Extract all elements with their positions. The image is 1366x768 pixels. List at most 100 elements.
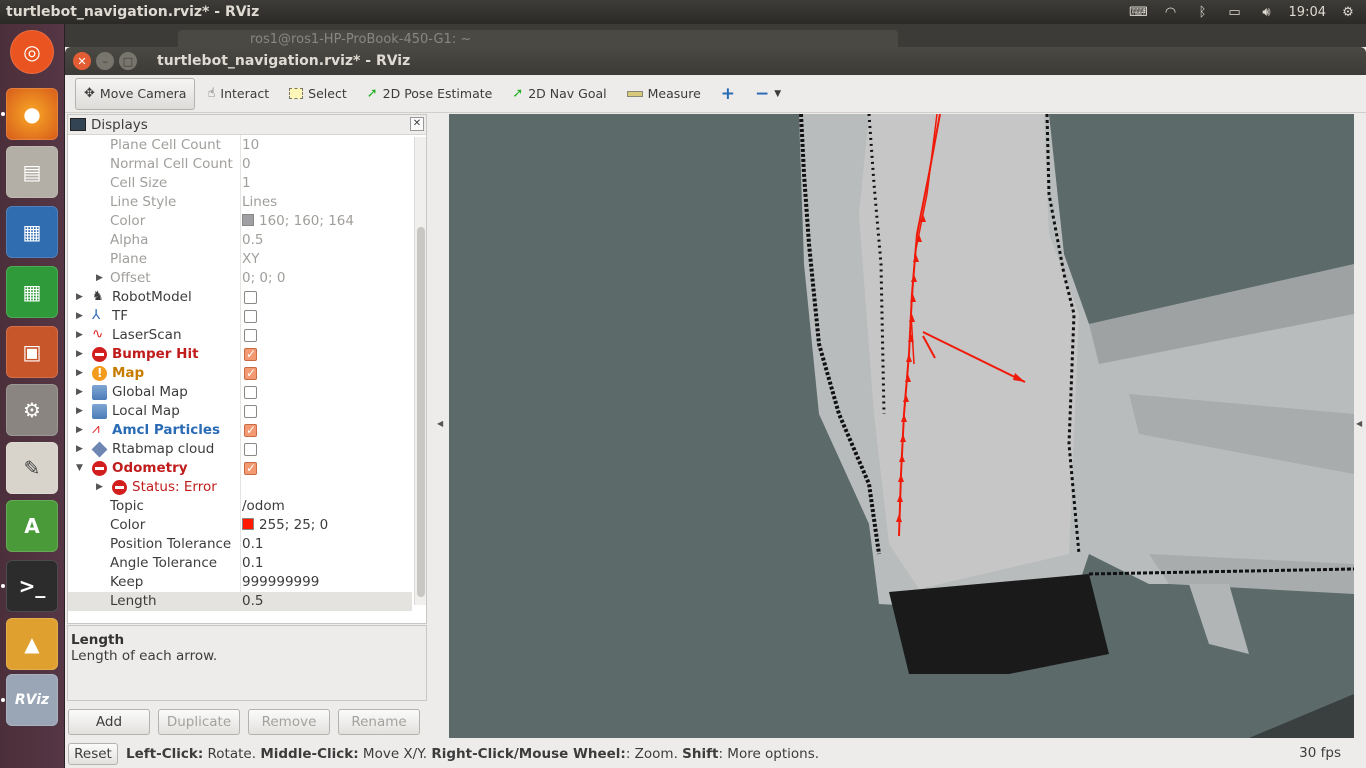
2d-nav-goal-button[interactable]: ➚ 2D Nav Goal [504, 78, 614, 110]
display-item[interactable]: ▶ Local Map [68, 402, 412, 421]
volume-icon[interactable]: 🔊︎ [1257, 5, 1277, 20]
enable-checkbox[interactable] [244, 364, 257, 383]
row-value[interactable]: 255; 25; 0 [242, 516, 328, 535]
enable-checkbox[interactable] [244, 310, 257, 323]
row-value[interactable]: 1 [242, 174, 251, 193]
expand-right-icon[interactable]: ▶ [76, 421, 83, 440]
collapse-left-icon[interactable]: ◀ [437, 419, 443, 428]
terminal-icon[interactable]: >_ [6, 560, 58, 612]
settings-gear-icon[interactable]: ⚙ [1338, 5, 1358, 20]
row-value[interactable]: 10 [242, 136, 259, 155]
row-value[interactable]: XY [242, 250, 260, 269]
expand-right-icon[interactable]: ▶ [96, 269, 103, 288]
property-row[interactable]: Color 255; 25; 0 [68, 516, 412, 535]
property-row[interactable]: Color 160; 160; 164 [68, 212, 412, 231]
software-updater-icon[interactable]: A [6, 500, 58, 552]
clock[interactable]: 19:04 [1289, 5, 1326, 20]
row-value[interactable]: /odom [242, 497, 285, 516]
property-row[interactable]: Position Tolerance 0.1 [68, 535, 412, 554]
2d-pose-estimate-button[interactable]: ➚ 2D Pose Estimate [359, 78, 501, 110]
row-value[interactable]: 0.1 [242, 554, 263, 573]
display-item[interactable]: ▶ ⅄ TF [68, 307, 412, 326]
property-row[interactable]: Plane XY [68, 250, 412, 269]
bluetooth-icon[interactable]: ᛒ [1193, 5, 1213, 20]
battery-icon[interactable]: ▭ [1225, 5, 1245, 20]
property-row[interactable]: Length 0.5 [68, 592, 412, 611]
enable-checkbox[interactable] [244, 405, 257, 418]
scrollbar-thumb[interactable] [417, 227, 425, 597]
row-value[interactable]: 999999999 [242, 573, 319, 592]
row-value[interactable]: 0.5 [242, 231, 263, 250]
close-icon[interactable]: ✕ [410, 117, 424, 131]
display-item[interactable]: ▶ Status: Error [68, 478, 412, 497]
select-button[interactable]: Select [281, 78, 355, 110]
property-row[interactable]: Alpha 0.5 [68, 231, 412, 250]
display-item[interactable]: ▶ Map [68, 364, 412, 383]
enable-checkbox[interactable] [244, 345, 257, 364]
libreoffice-writer-icon[interactable]: ▦ [6, 206, 58, 258]
minimize-button[interactable]: – [96, 52, 114, 70]
property-row[interactable]: ▶ Offset 0; 0; 0 [68, 269, 412, 288]
interact-button[interactable]: ☝ Interact [199, 78, 277, 110]
firefox-icon[interactable]: ● [6, 88, 58, 140]
display-item[interactable]: ▶ ♞ RobotModel [68, 288, 412, 307]
row-value[interactable]: 160; 160; 164 [242, 212, 354, 231]
display-item[interactable]: ▶ Rtabmap cloud [68, 440, 412, 459]
enable-checkbox[interactable] [244, 291, 257, 304]
add-button[interactable]: Add [68, 709, 150, 735]
property-row[interactable]: Keep 999999999 [68, 573, 412, 592]
display-item[interactable]: ▼ Odometry [68, 459, 412, 478]
close-button[interactable]: ✕ [73, 52, 91, 70]
expand-down-icon[interactable]: ▼ [76, 459, 83, 478]
collapse-right-icon[interactable]: ◀ [1356, 419, 1362, 428]
enable-checkbox[interactable] [244, 421, 257, 440]
keyboard-icon[interactable]: ⌨ [1129, 5, 1149, 20]
property-row[interactable]: Plane Cell Count 10 [68, 136, 412, 155]
expand-right-icon[interactable]: ▶ [76, 364, 83, 383]
rviz-icon[interactable]: RViz [6, 674, 58, 726]
display-item[interactable]: ▶ Global Map [68, 383, 412, 402]
enable-checkbox[interactable] [244, 459, 257, 478]
row-value[interactable]: 0; 0; 0 [242, 269, 285, 288]
remove-tool-button[interactable]: − ▼ [747, 78, 789, 110]
ubuntu-dash-icon[interactable]: ◎ [10, 30, 54, 74]
property-row[interactable]: Angle Tolerance 0.1 [68, 554, 412, 573]
window-titlebar[interactable]: ✕ – □ turtlebot_navigation.rviz* - RViz [65, 47, 1366, 75]
duplicate-button[interactable]: Duplicate [158, 709, 240, 735]
property-row[interactable]: Line Style Lines [68, 193, 412, 212]
property-row[interactable]: Cell Size 1 [68, 174, 412, 193]
displays-scrollbar[interactable] [414, 137, 426, 605]
row-value[interactable]: 0.5 [242, 592, 263, 611]
files-icon[interactable]: ▤ [6, 146, 58, 198]
expand-right-icon[interactable]: ▶ [76, 345, 83, 364]
wifi-icon[interactable]: ◠ [1161, 5, 1181, 20]
maximize-button[interactable]: □ [119, 52, 137, 70]
display-item[interactable]: ▶ ⩘ Amcl Particles [68, 421, 412, 440]
expand-right-icon[interactable]: ▶ [76, 383, 83, 402]
rename-button[interactable]: Rename [338, 709, 420, 735]
display-item[interactable]: ▶ Bumper Hit [68, 345, 412, 364]
libreoffice-impress-icon[interactable]: ▣ [6, 326, 58, 378]
3d-viewport[interactable] [449, 114, 1354, 738]
system-settings-icon[interactable]: ⚙ [6, 384, 58, 436]
remove-button[interactable]: Remove [248, 709, 330, 735]
matlab-icon[interactable]: ▲ [6, 618, 58, 670]
libreoffice-calc-icon[interactable]: ▦ [6, 266, 58, 318]
row-value[interactable]: Lines [242, 193, 277, 212]
add-tool-button[interactable]: + [713, 78, 743, 110]
enable-checkbox[interactable] [244, 329, 257, 342]
enable-checkbox[interactable] [244, 443, 257, 456]
measure-button[interactable]: Measure [619, 78, 709, 110]
expand-right-icon[interactable]: ▶ [76, 440, 83, 459]
move-camera-button[interactable]: ✥ Move Camera [75, 77, 196, 110]
text-editor-icon[interactable]: ✎ [6, 442, 58, 494]
reset-button[interactable]: Reset [68, 743, 118, 765]
enable-checkbox[interactable] [244, 386, 257, 399]
expand-right-icon[interactable]: ▶ [76, 307, 83, 326]
row-value[interactable]: 0 [242, 155, 251, 174]
property-row[interactable]: Topic/odom [68, 497, 412, 516]
property-row[interactable]: Normal Cell Count 0 [68, 155, 412, 174]
expand-right-icon[interactable]: ▶ [76, 326, 83, 345]
display-item[interactable]: ▶ ∿ LaserScan [68, 326, 412, 345]
expand-right-icon[interactable]: ▶ [96, 478, 103, 497]
